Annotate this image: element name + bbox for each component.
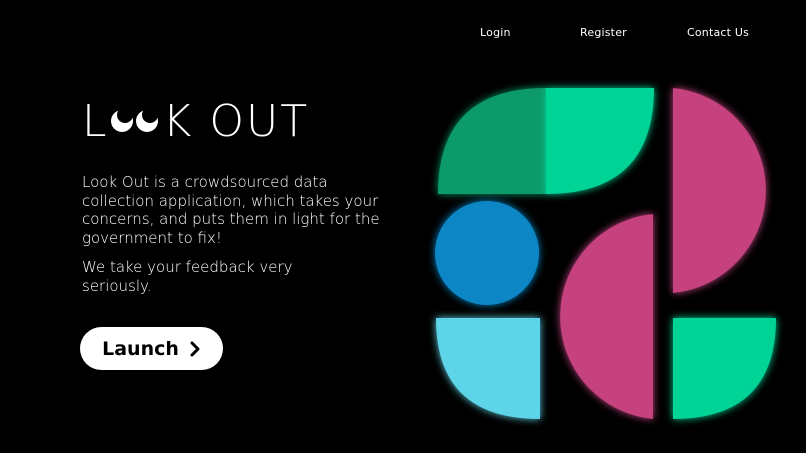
app-tagline: We take your feedback very seriously. <box>82 258 293 295</box>
blue-circle-shape <box>435 201 539 305</box>
nav-register-link[interactable]: Register <box>580 26 627 39</box>
bright-green-leaf-shape <box>546 88 654 194</box>
pink-half-circle-top <box>673 88 766 293</box>
logo-text-prefix: L <box>82 95 109 147</box>
logo: L K OUT <box>82 95 310 147</box>
light-blue-quarter-shape <box>436 318 540 419</box>
top-nav: Login Register Contact Us <box>0 26 806 42</box>
nav-contact-link[interactable]: Contact Us <box>687 26 749 39</box>
launch-button-label: Launch <box>102 337 179 360</box>
eyes-icon <box>109 104 161 138</box>
pink-half-circle-middle <box>560 214 653 419</box>
launch-button[interactable]: Launch <box>80 327 223 370</box>
nav-login-link[interactable]: Login <box>480 26 511 39</box>
geometric-illustration <box>435 88 776 419</box>
app-description: Look Out is a crowdsourced data collecti… <box>82 173 380 247</box>
chevron-right-icon <box>190 341 200 356</box>
dark-green-quarter-shape <box>438 88 546 194</box>
logo-text-suffix: K OUT <box>162 95 310 147</box>
landing-page: Login Register Contact Us L K OUT Look O… <box>0 0 806 453</box>
green-quarter-shape-bottom <box>673 318 776 419</box>
